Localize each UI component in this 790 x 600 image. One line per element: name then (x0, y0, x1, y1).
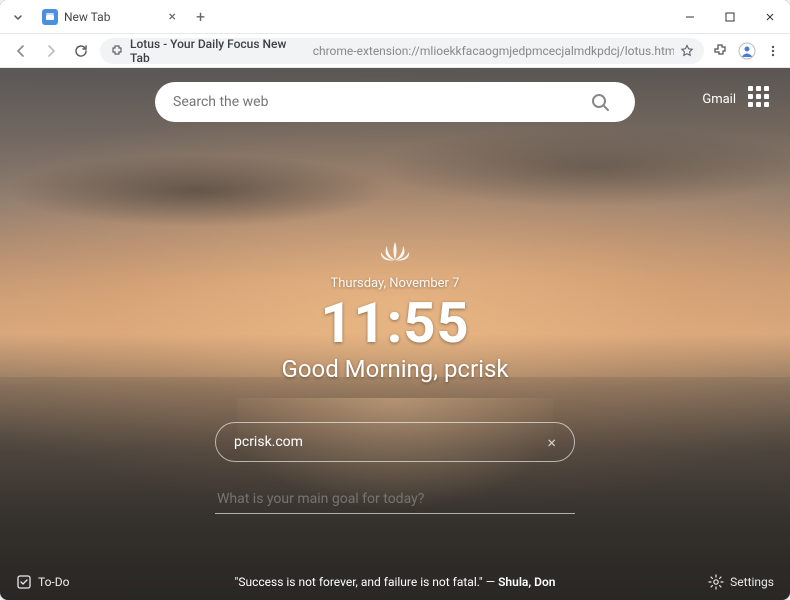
search-input[interactable] (173, 94, 583, 110)
url-field[interactable]: Lotus - Your Daily Focus New Tab chrome-… (100, 38, 704, 64)
time-text: 11:55 (320, 295, 469, 351)
site-input-pill[interactable]: × (215, 422, 575, 462)
search-icon[interactable] (583, 85, 617, 119)
url-site-title: Lotus - Your Daily Focus New Tab (130, 37, 307, 65)
titlebar: New Tab × + (0, 0, 790, 34)
reload-button[interactable] (70, 40, 92, 62)
quote-text: "Success is not forever, and failure is … (235, 575, 483, 589)
site-input[interactable] (234, 434, 547, 450)
goal-input-row[interactable] (215, 482, 575, 514)
forward-button[interactable] (40, 40, 62, 62)
profile-icon[interactable] (738, 42, 756, 60)
window-controls (670, 0, 790, 34)
top-row (0, 82, 790, 122)
browser-tab[interactable]: New Tab × (34, 5, 184, 29)
center-block: Thursday, November 7 11:55 Good Morning,… (0, 238, 790, 383)
extensions-icon[interactable] (712, 43, 728, 59)
new-tab-button[interactable]: + (192, 3, 209, 30)
gmail-link[interactable]: Gmail (702, 92, 736, 107)
greeting-text: Good Morning, pcrisk (281, 355, 508, 383)
url-text: chrome-extension://mlioekkfacaogmjedpmce… (313, 44, 674, 58)
tab-close-icon[interactable]: × (169, 9, 176, 25)
extension-icon (110, 44, 124, 58)
page-content: Gmail Thursday, November 7 11:55 Good Mo… (0, 68, 790, 600)
browser-window: New Tab × + Lotus - Your Daily Focus New… (0, 0, 790, 600)
quote-author: Shula, Don (498, 575, 555, 589)
quote-separator: — (483, 575, 498, 589)
tab-title: New Tab (64, 10, 110, 24)
tab-search-dropdown[interactable] (8, 7, 28, 27)
date-text: Thursday, November 7 (331, 276, 460, 291)
clear-icon[interactable]: × (547, 433, 556, 452)
bottom-bar: To-Do "Success is not forever, and failu… (0, 574, 790, 590)
search-bar[interactable] (155, 82, 635, 122)
back-button[interactable] (10, 40, 32, 62)
lotus-icon (375, 238, 415, 266)
apps-grid-icon[interactable] (748, 86, 772, 110)
star-icon[interactable] (680, 44, 694, 58)
menu-icon[interactable] (766, 44, 780, 58)
quote: "Success is not forever, and failure is … (0, 575, 790, 589)
goal-input[interactable] (217, 491, 573, 507)
address-bar: Lotus - Your Daily Focus New Tab chrome-… (0, 34, 790, 68)
close-button[interactable] (750, 0, 790, 34)
toolbar-right (712, 42, 780, 60)
settings-button[interactable]: Settings (708, 574, 774, 590)
maximize-button[interactable] (710, 0, 750, 34)
settings-label: Settings (730, 575, 774, 589)
tab-favicon-icon (42, 9, 58, 25)
minimize-button[interactable] (670, 0, 710, 34)
gear-icon (708, 574, 724, 590)
